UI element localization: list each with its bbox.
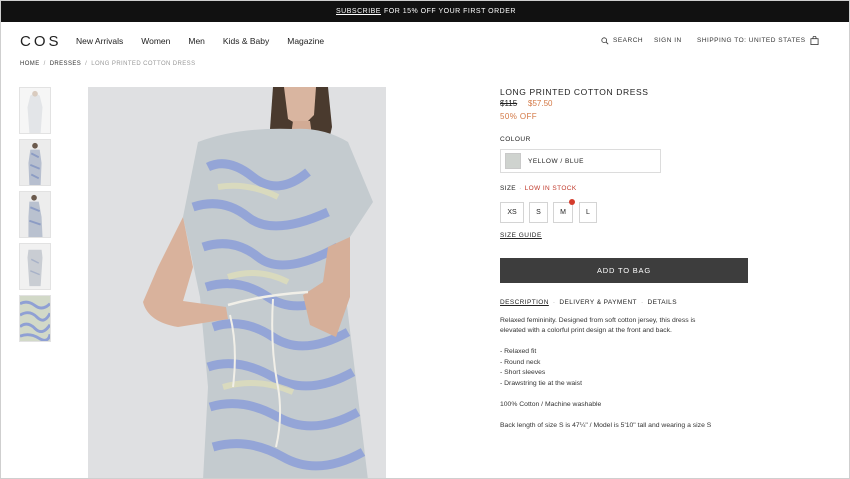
main-menu: New Arrivals Women Men Kids & Baby Magaz… [76, 36, 342, 46]
colour-swatch [505, 153, 521, 169]
promo-banner: SUBSCRIBE FOR 15% OFF YOUR FIRST ORDER [1, 1, 849, 22]
separator-dot: · [552, 299, 556, 306]
info-tabs: DESCRIPTION · DELIVERY & PAYMENT · DETAILS [500, 299, 677, 306]
size-guide-link[interactable]: SIZE GUIDE [500, 232, 542, 239]
description-line-1: Relaxed femininity. Designed from soft c… [500, 317, 696, 324]
separator-dot: · [519, 185, 522, 192]
menu-item-kids-baby[interactable]: Kids & Baby [223, 36, 269, 46]
feature-round-neck: - Round neck [500, 359, 541, 366]
sign-in-link[interactable]: SIGN IN [654, 37, 682, 44]
thumbnail-5[interactable] [19, 295, 51, 342]
page-frame: SUBSCRIBE FOR 15% OFF YOUR FIRST ORDER C… [0, 0, 850, 479]
discount-label: 50% OFF [500, 112, 538, 121]
original-price: $115 [500, 99, 518, 108]
fit-info: Back length of size S is 47¼" / Model is… [500, 422, 712, 429]
low-stock-indicator [569, 199, 575, 205]
size-button-xs[interactable]: XS [500, 202, 524, 223]
separator-dot: · [640, 299, 644, 306]
header: COS New Arrivals Women Men Kids & Baby M… [1, 22, 849, 60]
colour-selector[interactable]: YELLOW / BLUE [500, 149, 661, 173]
size-label: SIZE [500, 185, 517, 192]
product-title: LONG PRINTED COTTON DRESS [500, 87, 649, 97]
breadcrumb-separator: / [85, 61, 88, 67]
size-button-m[interactable]: M [553, 202, 573, 223]
feature-relaxed-fit: - Relaxed fit [500, 348, 537, 355]
thumbnail-4[interactable] [19, 243, 51, 290]
material-info: 100% Cotton / Machine washable [500, 401, 602, 408]
breadcrumb: HOME / DRESSES / LONG PRINTED COTTON DRESS [20, 61, 195, 67]
subscribe-link[interactable]: SUBSCRIBE [336, 8, 381, 15]
feature-short-sleeves: - Short sleeves [500, 369, 546, 376]
colour-label: COLOUR [500, 136, 531, 143]
logo[interactable]: COS [20, 33, 62, 50]
breadcrumb-dresses[interactable]: DRESSES [50, 61, 81, 67]
search-icon[interactable] [601, 37, 609, 45]
thumbnail-2[interactable] [19, 139, 51, 186]
tab-delivery-payment[interactable]: DELIVERY & PAYMENT [559, 299, 637, 306]
thumbnail-1[interactable] [19, 87, 51, 134]
sale-price: $57.50 [528, 99, 553, 108]
product-main-image[interactable] [88, 87, 386, 478]
feature-drawstring: - Drawstring tie at the waist [500, 380, 582, 387]
bag-icon[interactable] [810, 36, 819, 45]
tab-description[interactable]: DESCRIPTION [500, 299, 549, 306]
breadcrumb-current: LONG PRINTED COTTON DRESS [91, 61, 196, 67]
tab-details[interactable]: DETAILS [648, 299, 677, 306]
promo-text: FOR 15% OFF YOUR FIRST ORDER [383, 8, 516, 15]
menu-item-women[interactable]: Women [141, 36, 170, 46]
menu-item-men[interactable]: Men [188, 36, 205, 46]
stock-status: LOW IN STOCK [524, 185, 577, 192]
description-line-2: elevated with a colorful print design at… [500, 327, 672, 334]
shipping-selector[interactable]: SHIPPING TO: UNITED STATES [697, 37, 806, 44]
breadcrumb-home[interactable]: HOME [20, 61, 40, 67]
menu-item-new-arrivals[interactable]: New Arrivals [76, 36, 123, 46]
thumbnail-3[interactable] [19, 191, 51, 238]
colour-value: YELLOW / BLUE [528, 157, 584, 165]
menu-item-magazine[interactable]: Magazine [287, 36, 324, 46]
size-button-l[interactable]: L [579, 202, 597, 223]
breadcrumb-separator: / [43, 61, 46, 67]
size-header: SIZE · LOW IN STOCK [500, 185, 577, 192]
size-button-s[interactable]: S [529, 202, 548, 223]
add-to-bag-button[interactable]: ADD TO BAG [500, 258, 748, 283]
search-link[interactable]: SEARCH [613, 37, 643, 44]
